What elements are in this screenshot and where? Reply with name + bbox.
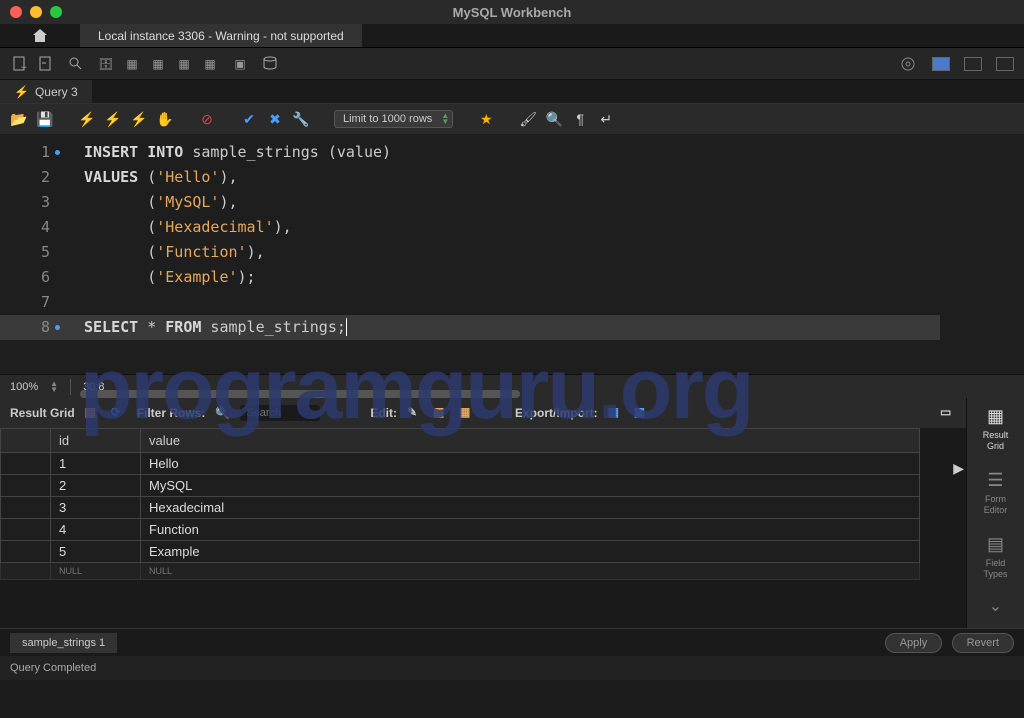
panel-left-icon[interactable] — [932, 57, 950, 71]
commit-icon[interactable]: ✔ — [240, 110, 258, 128]
bolt-icon: ⚡ — [14, 85, 29, 99]
panel-right-icon[interactable] — [996, 57, 1014, 71]
main-toolbar: + 🗄 ▦ ▦ ▦ ▦ ▣ — [0, 48, 1024, 80]
rollback-icon[interactable]: ✖ — [266, 110, 284, 128]
wrap-icon[interactable]: ↵ — [597, 110, 615, 128]
new-file-icon[interactable]: + — [10, 54, 30, 74]
table-row[interactable]: 3Hexadecimal — [1, 497, 920, 519]
result-grid-button[interactable]: ▦ Result Grid — [983, 404, 1009, 452]
grid-icon: ▦ — [983, 404, 1007, 428]
sql-editor[interactable]: 12345678 INSERT INTO sample_strings (val… — [0, 134, 1024, 374]
find-icon[interactable]: 🔍 — [545, 110, 563, 128]
edit-label: Edit: — [370, 406, 397, 420]
svg-text:+: + — [21, 63, 27, 73]
result-grid-label: Result Grid — [10, 406, 75, 420]
execute-current-icon[interactable]: ⚡ — [104, 110, 122, 128]
edit-row-icon[interactable]: ✎ — [407, 405, 423, 421]
updown-icon[interactable]: ▲▼ — [50, 381, 58, 393]
connection-tabbar: Local instance 3306 - Warning - not supp… — [0, 24, 1024, 48]
invisible-icon[interactable]: ¶ — [571, 110, 589, 128]
view-icon[interactable]: ▦ — [174, 54, 194, 74]
horizontal-scrollbar[interactable] — [80, 390, 520, 398]
result-grid[interactable]: idvalue 1Hello 2MySQL 3Hexadecimal 4Func… — [0, 428, 966, 628]
filter-label: Filter Rows: — [137, 406, 206, 420]
routine-icon[interactable]: ▦ — [200, 54, 220, 74]
result-tabbar: sample_strings 1 Apply Revert — [0, 628, 1024, 656]
field-icon: ▤ — [983, 532, 1007, 556]
db-add-icon[interactable]: 🗄 — [96, 54, 116, 74]
gear-icon[interactable] — [898, 54, 918, 74]
home-tab[interactable] — [0, 24, 80, 47]
field-types-button[interactable]: ▤ Field Types — [983, 532, 1007, 580]
app-title: MySQL Workbench — [0, 5, 1024, 20]
connection-tab[interactable]: Local instance 3306 - Warning - not supp… — [80, 24, 362, 47]
query-tab[interactable]: ⚡ Query 3 — [0, 80, 92, 103]
line-gutter: 12345678 — [0, 134, 62, 340]
limit-select[interactable]: Limit to 1000 rows ▲▼ — [334, 110, 453, 128]
connection-tab-label: Local instance 3306 - Warning - not supp… — [98, 29, 344, 43]
search-input[interactable] — [240, 405, 320, 421]
open-icon[interactable]: 📂 — [10, 110, 28, 128]
panel-bottom-icon[interactable] — [964, 57, 982, 71]
grid-icon[interactable]: ▦ — [85, 405, 101, 421]
status-text: Query Completed — [10, 662, 96, 674]
export-icon[interactable]: ▦ — [608, 405, 624, 421]
field-types-side-label: Field Types — [983, 558, 1007, 580]
result-area: Result Grid ▦ ⟳ Filter Rows: 🔍 Edit: ✎ ▦… — [0, 398, 1024, 628]
refresh-icon[interactable]: ⟳ — [111, 405, 127, 421]
updown-icon: ▲▼ — [441, 113, 449, 125]
table-row[interactable]: 4Function — [1, 519, 920, 541]
stop-icon[interactable]: ✋ — [156, 110, 174, 128]
sql-script-icon[interactable]: ▣ — [230, 54, 250, 74]
form-editor-button[interactable]: ☰ Form Editor — [984, 468, 1008, 516]
zoom-level[interactable]: 100% — [10, 381, 38, 393]
star-icon[interactable]: ★ — [477, 110, 495, 128]
titlebar: MySQL Workbench — [0, 0, 1024, 24]
apply-button[interactable]: Apply — [885, 633, 943, 653]
beautify-icon[interactable]: 🖌 — [519, 110, 537, 128]
toggle-icon[interactable]: 🔧 — [292, 110, 310, 128]
export-label: Export/Import: — [515, 406, 598, 420]
open-file-icon[interactable] — [36, 54, 56, 74]
explain-icon[interactable]: ⚡ — [130, 110, 148, 128]
expand-icon[interactable]: ▶ — [953, 460, 964, 477]
result-tab[interactable]: sample_strings 1 — [10, 633, 117, 653]
delete-row-icon[interactable]: ▦ — [459, 405, 475, 421]
db-cylinder-icon[interactable] — [260, 54, 280, 74]
result-side-panel: ▦ Result Grid ☰ Form Editor ▤ Field Type… — [966, 398, 1024, 628]
form-editor-side-label: Form Editor — [984, 494, 1008, 516]
wrap-result-icon[interactable]: ▭ — [940, 405, 956, 421]
execute-icon[interactable]: ⚡ — [78, 110, 96, 128]
form-icon: ☰ — [984, 468, 1008, 492]
result-tab-label: sample_strings 1 — [22, 637, 105, 649]
chevron-down-icon[interactable]: ⌄ — [989, 596, 1002, 616]
add-row-icon[interactable]: ▦ — [433, 405, 449, 421]
import-icon[interactable]: ▦ — [634, 405, 650, 421]
toggle-autocommit-icon[interactable]: ⊘ — [198, 110, 216, 128]
status-footer: Query Completed — [0, 656, 1024, 680]
limit-label: Limit to 1000 rows — [343, 113, 432, 125]
result-toolbar: Result Grid ▦ ⟳ Filter Rows: 🔍 Edit: ✎ ▦… — [0, 398, 966, 428]
query-tabbar: ⚡ Query 3 — [0, 80, 1024, 104]
table-row[interactable]: 1Hello — [1, 453, 920, 475]
table-add-icon[interactable]: ▦ — [148, 54, 168, 74]
code-area[interactable]: INSERT INTO sample_strings (value)VALUES… — [0, 134, 1024, 340]
table-icon[interactable]: ▦ — [122, 54, 142, 74]
revert-button[interactable]: Revert — [952, 633, 1014, 653]
save-icon[interactable]: 💾 — [36, 110, 54, 128]
inspector-icon[interactable] — [66, 54, 86, 74]
table-row[interactable]: 5Example — [1, 541, 920, 563]
result-grid-side-label: Result Grid — [983, 430, 1009, 452]
query-tab-label: Query 3 — [35, 85, 78, 99]
table-row[interactable]: 2MySQL — [1, 475, 920, 497]
editor-toolbar: 📂 💾 ⚡ ⚡ ⚡ ✋ ⊘ ✔ ✖ 🔧 Limit to 1000 rows ▲… — [0, 104, 1024, 134]
